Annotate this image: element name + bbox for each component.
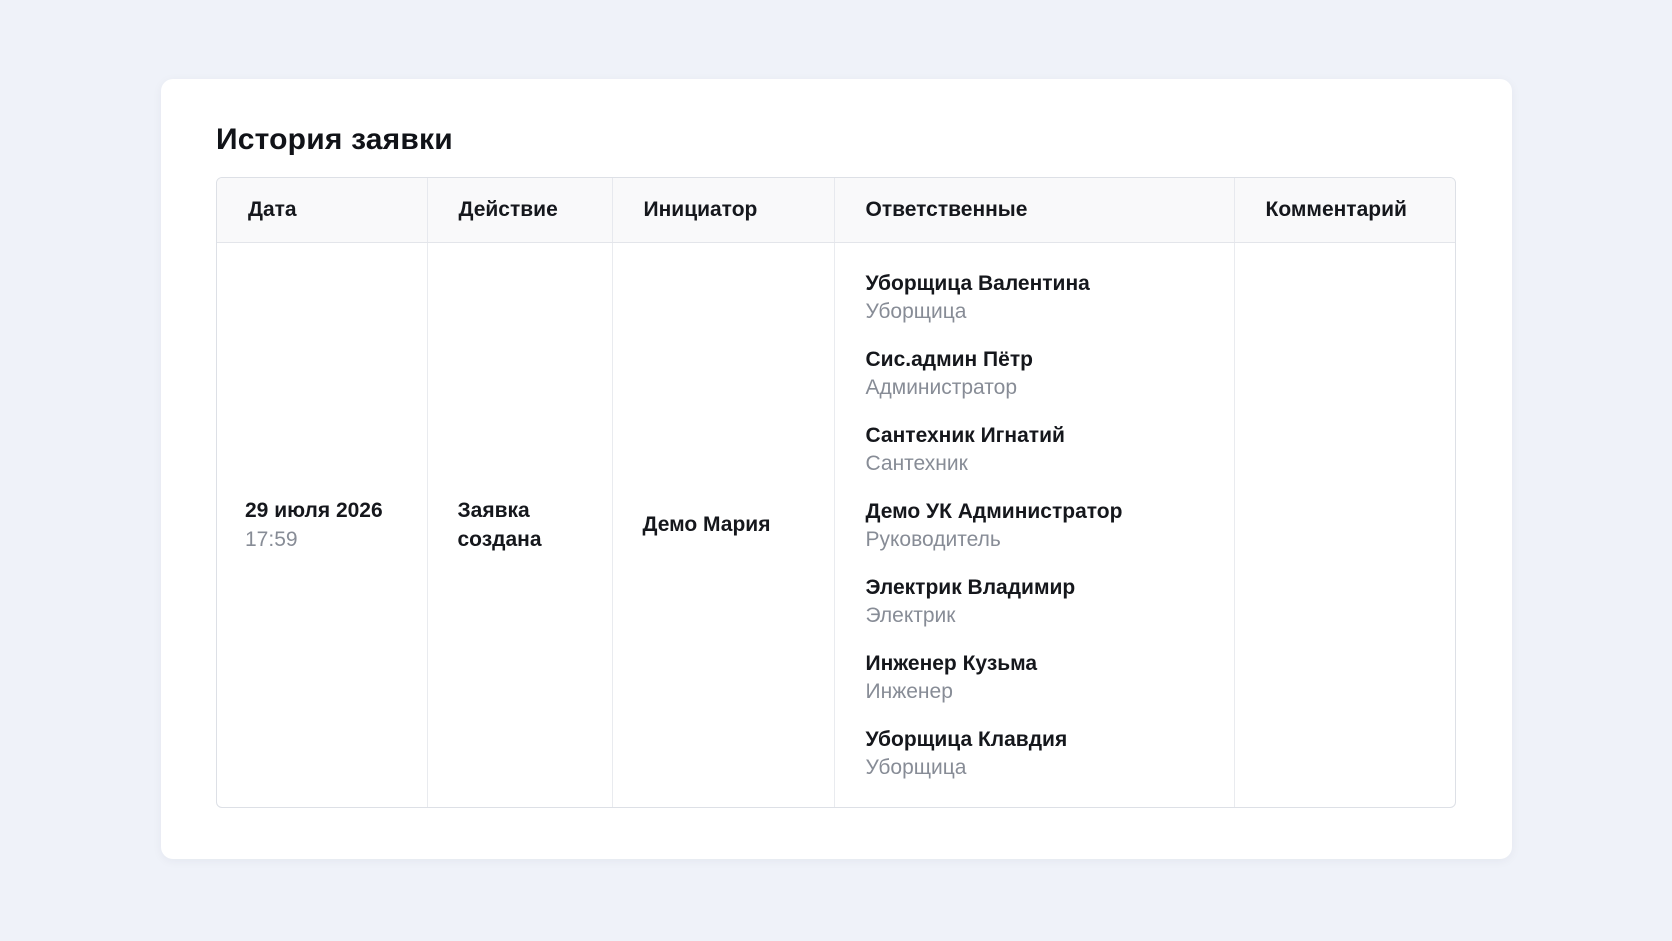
cell-initiator: Демо Мария [612, 242, 835, 807]
cell-date: 29 июля 2026 17:59 [217, 242, 428, 807]
cell-action: Заявка создана [427, 242, 613, 807]
responsible-role: Уборщица [865, 755, 967, 779]
date-value: 29 июля 2026 [245, 498, 383, 522]
history-card: История заявки Дата Действие Инициатор О… [161, 79, 1512, 859]
responsible-role: Электрик [865, 603, 956, 627]
cell-comment [1234, 242, 1455, 807]
list-item: Сис.админ Пётр Администратор [866, 346, 1234, 402]
card-title: История заявки [216, 123, 453, 156]
responsible-role: Уборщица [865, 299, 967, 323]
column-header-responsible[interactable]: Ответственные [834, 178, 1235, 243]
list-item: Уборщица Валентина Уборщица [866, 270, 1234, 326]
table-body: 29 июля 2026 17:59 Заявка создана Демо М… [217, 242, 1455, 807]
column-header-initiator[interactable]: Инициатор [612, 178, 835, 243]
table-header: Дата Действие Инициатор Ответственные Ко… [217, 178, 1455, 243]
responsible-name: Демо УК Администратор [865, 499, 1123, 523]
column-header-action[interactable]: Действие [427, 178, 613, 243]
time-value: 17:59 [245, 527, 298, 551]
responsible-role: Инженер [865, 679, 953, 703]
responsible-list: Уборщица Валентина Уборщица Сис.админ Пё… [866, 250, 1234, 800]
responsible-name: Электрик Владимир [865, 575, 1076, 599]
initiator-name: Демо Мария [642, 513, 771, 537]
responsible-name: Уборщица Клавдия [865, 727, 1068, 751]
list-item: Электрик Владимир Электрик [866, 574, 1234, 630]
table-header-row: Дата Действие Инициатор Ответственные Ко… [217, 178, 1455, 243]
action-line-2: создана [457, 527, 542, 551]
cell-responsible: Уборщица Валентина Уборщица Сис.админ Пё… [834, 242, 1235, 807]
history-table: Дата Действие Инициатор Ответственные Ко… [216, 177, 1456, 808]
responsible-name: Сис.админ Пётр [865, 347, 1033, 371]
table-row: 29 июля 2026 17:59 Заявка создана Демо М… [217, 242, 1455, 807]
responsible-name: Сантехник Игнатий [865, 423, 1065, 447]
action-line-1: Заявка [457, 498, 530, 522]
responsible-name: Уборщица Валентина [865, 271, 1090, 295]
column-header-date[interactable]: Дата [217, 178, 428, 243]
history-table-grid: Дата Действие Инициатор Ответственные Ко… [217, 178, 1455, 807]
responsible-role: Руководитель [865, 527, 1001, 551]
responsible-role: Сантехник [865, 451, 968, 475]
responsible-name: Инженер Кузьма [865, 651, 1038, 675]
list-item: Демо УК Администратор Руководитель [866, 498, 1234, 554]
responsible-role: Администратор [865, 375, 1018, 399]
column-header-comment[interactable]: Комментарий [1234, 178, 1455, 243]
list-item: Инженер Кузьма Инженер [866, 650, 1234, 706]
list-item: Уборщица Клавдия Уборщица [866, 726, 1234, 782]
list-item: Сантехник Игнатий Сантехник [866, 422, 1234, 478]
